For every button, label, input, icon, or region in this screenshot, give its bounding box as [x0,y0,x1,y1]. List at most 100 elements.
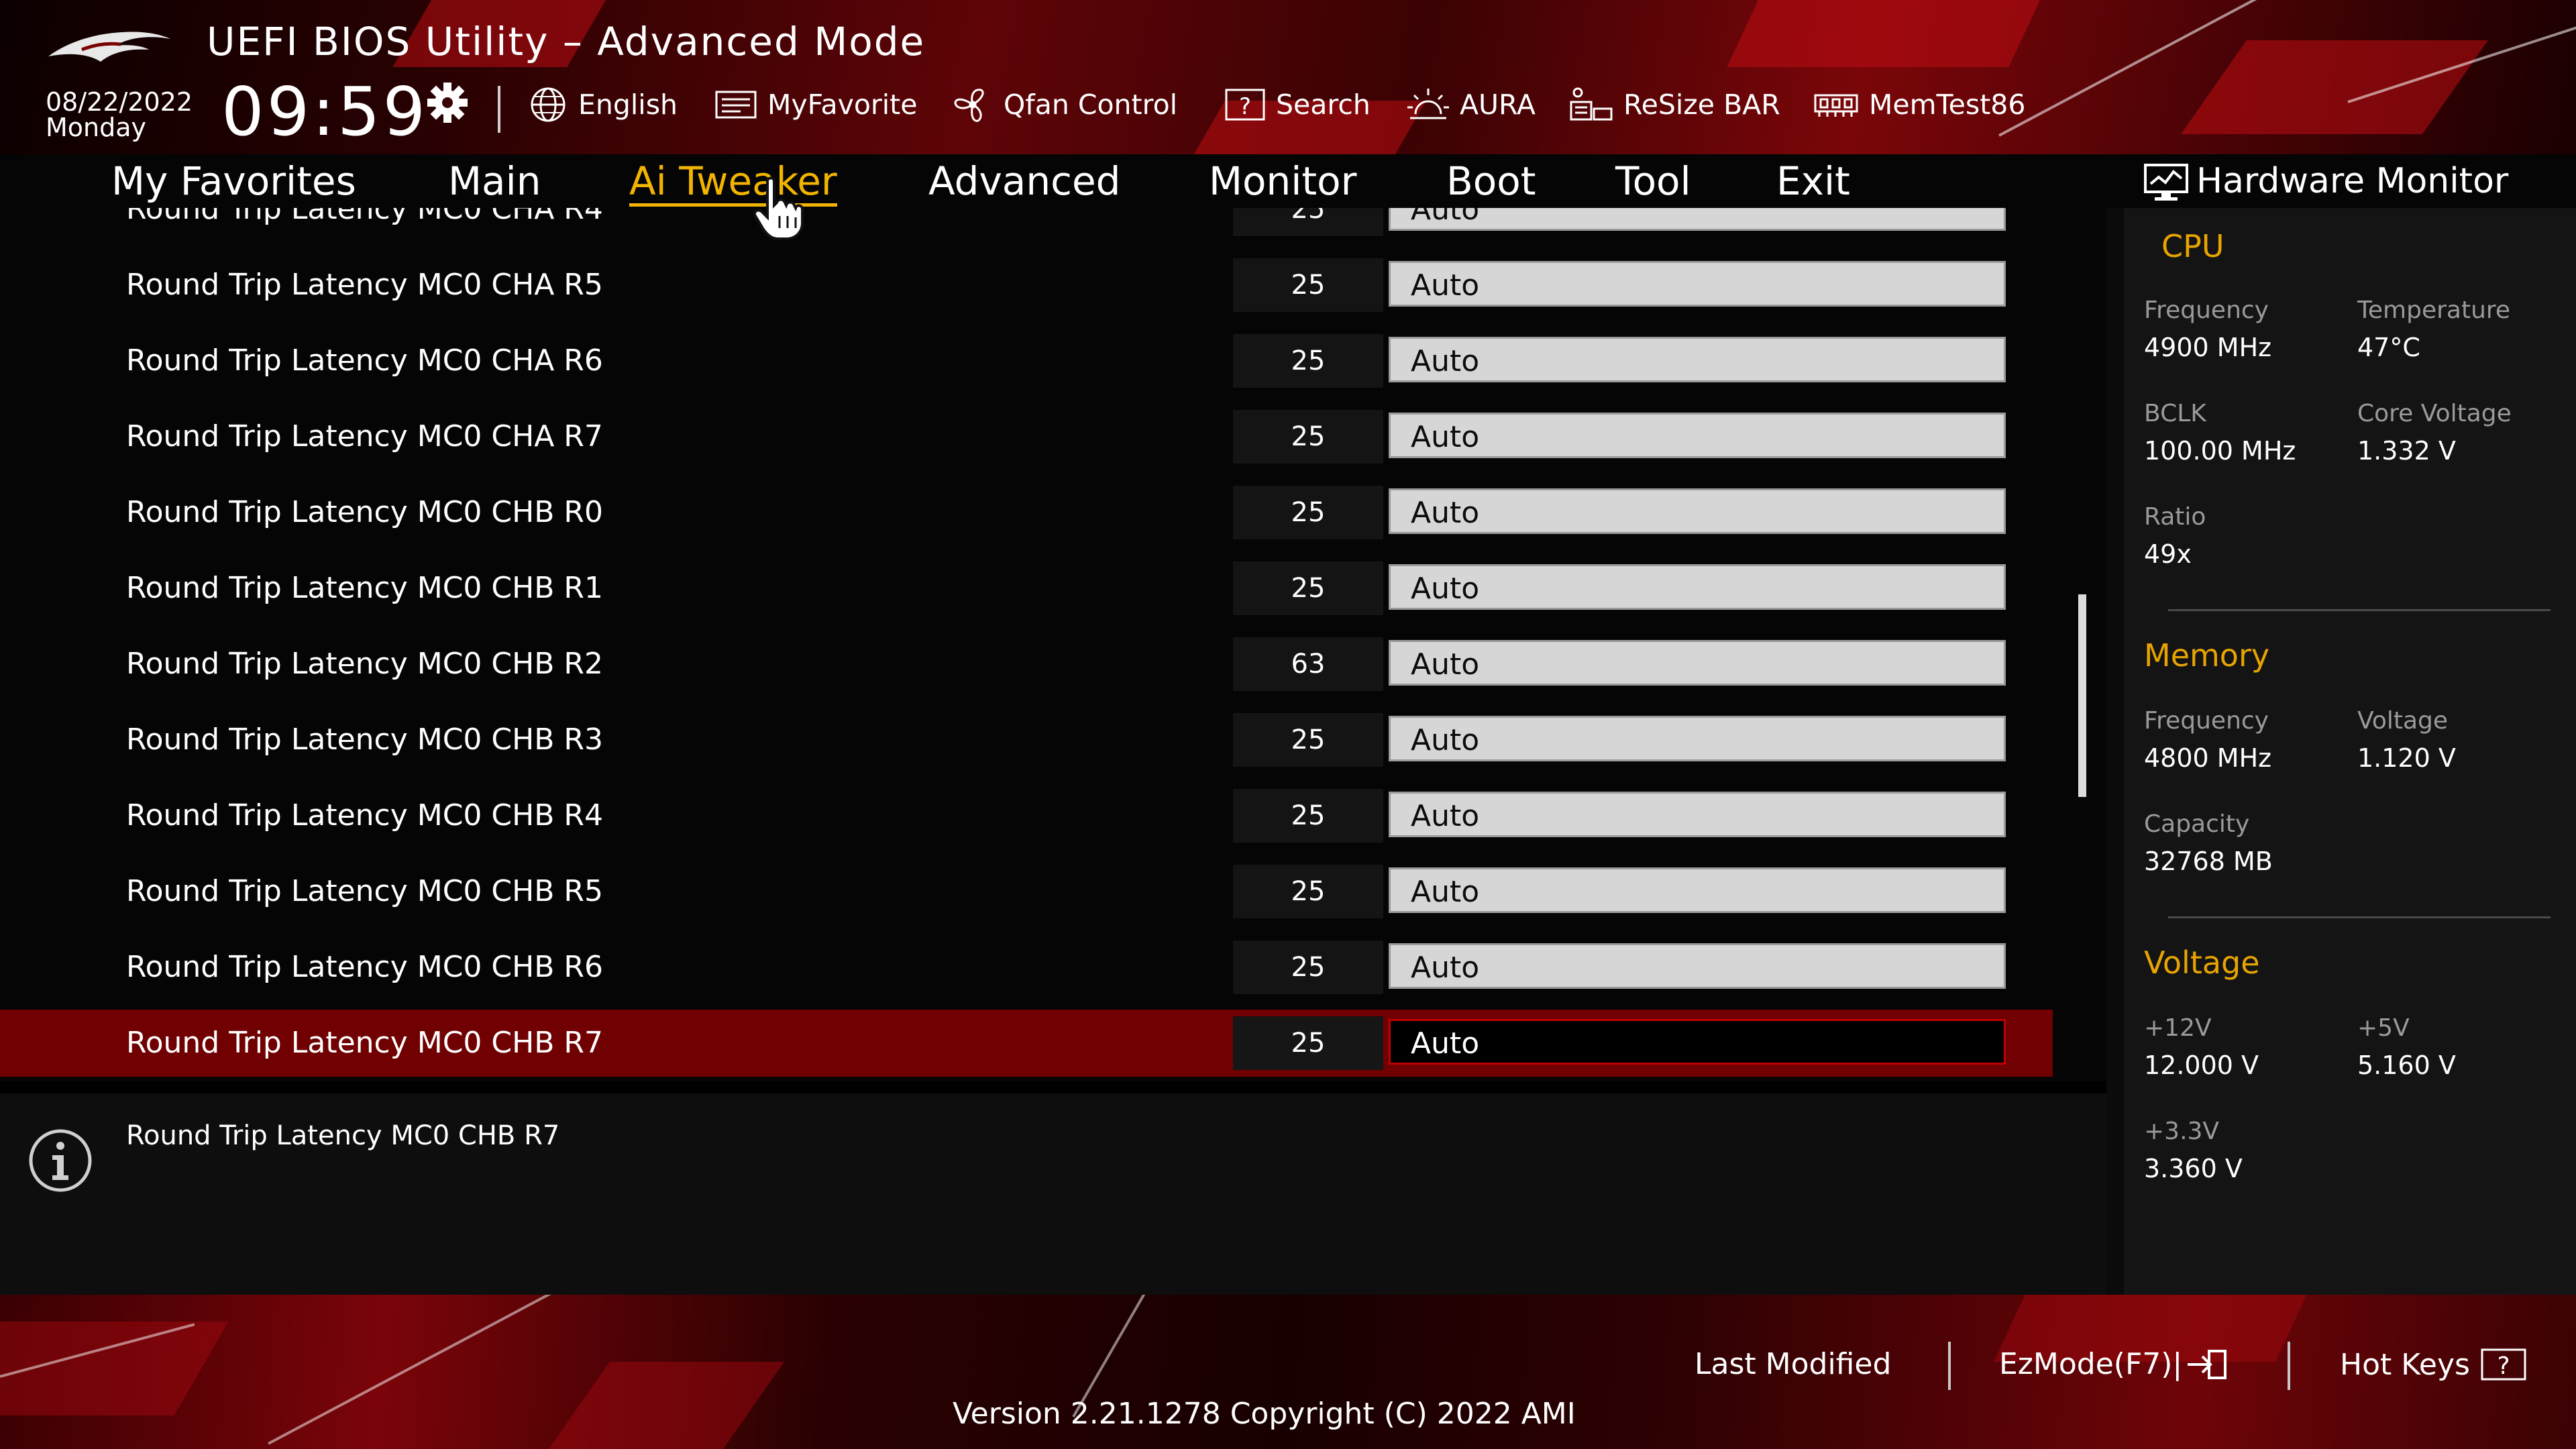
setting-row[interactable]: Round Trip Latency MC0 CHA R6 25 Auto [0,327,2053,394]
v5-label: +5V [2357,1014,2410,1042]
setting-dropdown[interactable]: Auto [1389,564,2006,610]
memory-frequency-label: Frequency [2144,707,2269,735]
capacity-label: Capacity [2144,810,2250,838]
setting-label: Round Trip Latency MC0 CHA R6 [126,343,603,378]
last-modified-button[interactable]: Last Modified [1695,1347,1891,1381]
setting-dropdown[interactable]: Auto [1389,337,2006,382]
setting-row[interactable]: Round Trip Latency MC0 CHA R4 25 Auto [0,208,2053,243]
v33-value: 3.360 V [2144,1154,2243,1183]
setting-current-value: 25 [1233,865,1383,918]
setting-row[interactable]: Round Trip Latency MC0 CHB R0 25 Auto [0,479,2053,546]
setting-label: Round Trip Latency MC0 CHB R4 [126,798,603,833]
cpu-temperature-label: Temperature [2357,297,2511,324]
scrollbar[interactable] [2078,594,2086,797]
footer-bar: Last Modified EzMode(F7)| Hot Keys ? Ver… [0,1295,2576,1449]
setting-row[interactable]: Round Trip Latency MC0 CHA R5 25 Auto [0,252,2053,319]
memtest86-button[interactable]: MemTest86 [1813,86,2025,123]
memory-voltage-label: Voltage [2357,707,2449,735]
core-voltage-value: 1.332 V [2357,436,2456,466]
setting-row-selected[interactable]: Round Trip Latency MC0 CHB R7 25 Auto [0,1010,2053,1077]
memtest-icon [1814,94,1858,117]
setting-current-value: 25 [1233,941,1383,994]
setting-label: Round Trip Latency MC0 CHB R1 [126,571,603,605]
help-key-icon: ? [2481,1348,2526,1381]
v12-label: +12V [2144,1014,2212,1042]
setting-row[interactable]: Round Trip Latency MC0 CHB R2 63 Auto [0,631,2053,698]
hot-keys-button[interactable]: Hot Keys ? [2340,1347,2528,1382]
core-voltage-label: Core Voltage [2357,400,2512,427]
cpu-section-title: CPU [2161,228,2224,264]
tab-main[interactable]: Main [448,158,541,204]
setting-current-value: 25 [1233,1016,1383,1070]
language-button[interactable]: English [527,86,678,123]
cpu-frequency-label: Frequency [2144,297,2269,324]
settings-list: Round Trip Latency MC0 CHA R4 25 Auto Ro… [0,208,2106,1081]
setting-dropdown[interactable]: Auto [1389,867,2006,913]
resize-bar-label: ReSize BAR [1623,89,1780,121]
search-button[interactable]: ? Search [1224,86,1371,123]
tab-tool[interactable]: Tool [1615,158,1691,204]
aura-button[interactable]: AURA [1406,86,1536,123]
memory-voltage-value: 1.120 V [2357,743,2456,773]
aura-label: AURA [1460,89,1536,121]
top-header: UEFI BIOS Utility – Advanced Mode 08/22/… [0,0,2576,154]
bclk-label: BCLK [2144,400,2206,427]
search-label: Search [1276,89,1371,121]
clock-time: 09:59 [221,72,429,151]
tab-my-favorites[interactable]: My Favorites [111,158,356,204]
setting-dropdown[interactable]: Auto [1389,640,2006,686]
setting-current-value: 25 [1233,561,1383,615]
header-divider [498,86,500,133]
rog-logo-icon [48,32,170,62]
v33-label: +3.3V [2144,1118,2220,1145]
fan-icon [954,89,984,122]
hardware-monitor-body: CPU Frequency 4900 MHz Temperature 47°C … [2124,208,2576,1295]
hand-cursor-icon [753,176,804,240]
bg-streak [268,1295,578,1445]
section-divider [2168,916,2551,918]
day-text: Monday [46,113,147,142]
setting-label: Round Trip Latency MC0 CHB R0 [126,495,603,529]
setting-dropdown[interactable]: Auto [1389,792,2006,837]
setting-row[interactable]: Round Trip Latency MC0 CHA R7 25 Auto [0,403,2053,470]
cpu-frequency-value: 4900 MHz [2144,333,2272,362]
setting-row[interactable]: Round Trip Latency MC0 CHB R3 25 Auto [0,706,2053,773]
setting-dropdown[interactable]: Auto [1389,488,2006,534]
myfavorite-button[interactable]: MyFavorite [714,86,917,123]
app-title: UEFI BIOS Utility – Advanced Mode [207,19,926,64]
tab-advanced[interactable]: Advanced [928,158,1121,204]
ezmode-button[interactable]: EzMode(F7)| [1999,1347,2228,1381]
tab-monitor[interactable]: Monitor [1209,158,1356,204]
capacity-value: 32768 MB [2144,847,2273,876]
setting-dropdown[interactable]: Auto [1389,208,2006,231]
setting-dropdown[interactable]: Auto [1389,943,2006,989]
gear-icon[interactable] [424,79,471,126]
setting-row[interactable]: Round Trip Latency MC0 CHB R1 25 Auto [0,555,2053,622]
help-text: Round Trip Latency MC0 CHB R7 [126,1120,560,1151]
tab-exit[interactable]: Exit [1776,158,1850,204]
setting-dropdown[interactable]: Auto [1389,261,2006,307]
bg-decoration [1727,0,2043,67]
setting-current-value: 25 [1233,334,1383,388]
hot-keys-label: Hot Keys [2340,1347,2470,1382]
memory-section-title: Memory [2144,637,2270,674]
bg-decoration [543,1362,785,1449]
setting-dropdown[interactable]: Auto [1389,1019,2006,1065]
qfan-control-button[interactable]: Qfan Control [951,86,1177,123]
resize-bar-button[interactable]: ReSize BAR [1568,86,1780,123]
footer-divider [1948,1342,1951,1390]
memory-frequency-value: 4800 MHz [2144,743,2272,773]
language-label: English [578,89,678,121]
resize-bar-icon [1570,87,1613,121]
setting-row[interactable]: Round Trip Latency MC0 CHB R5 25 Auto [0,858,2053,925]
v5-value: 5.160 V [2357,1051,2456,1080]
setting-dropdown[interactable]: Auto [1389,716,2006,761]
search-help-icon: ? [1225,89,1265,121]
setting-row[interactable]: Round Trip Latency MC0 CHB R6 25 Auto [0,934,2053,1001]
aura-icon [1407,89,1449,119]
myfavorite-label: MyFavorite [767,89,918,121]
voltage-section-title: Voltage [2144,945,2260,981]
setting-dropdown[interactable]: Auto [1389,413,2006,458]
setting-row[interactable]: Round Trip Latency MC0 CHB R4 25 Auto [0,782,2053,849]
tab-boot[interactable]: Boot [1446,158,1536,204]
